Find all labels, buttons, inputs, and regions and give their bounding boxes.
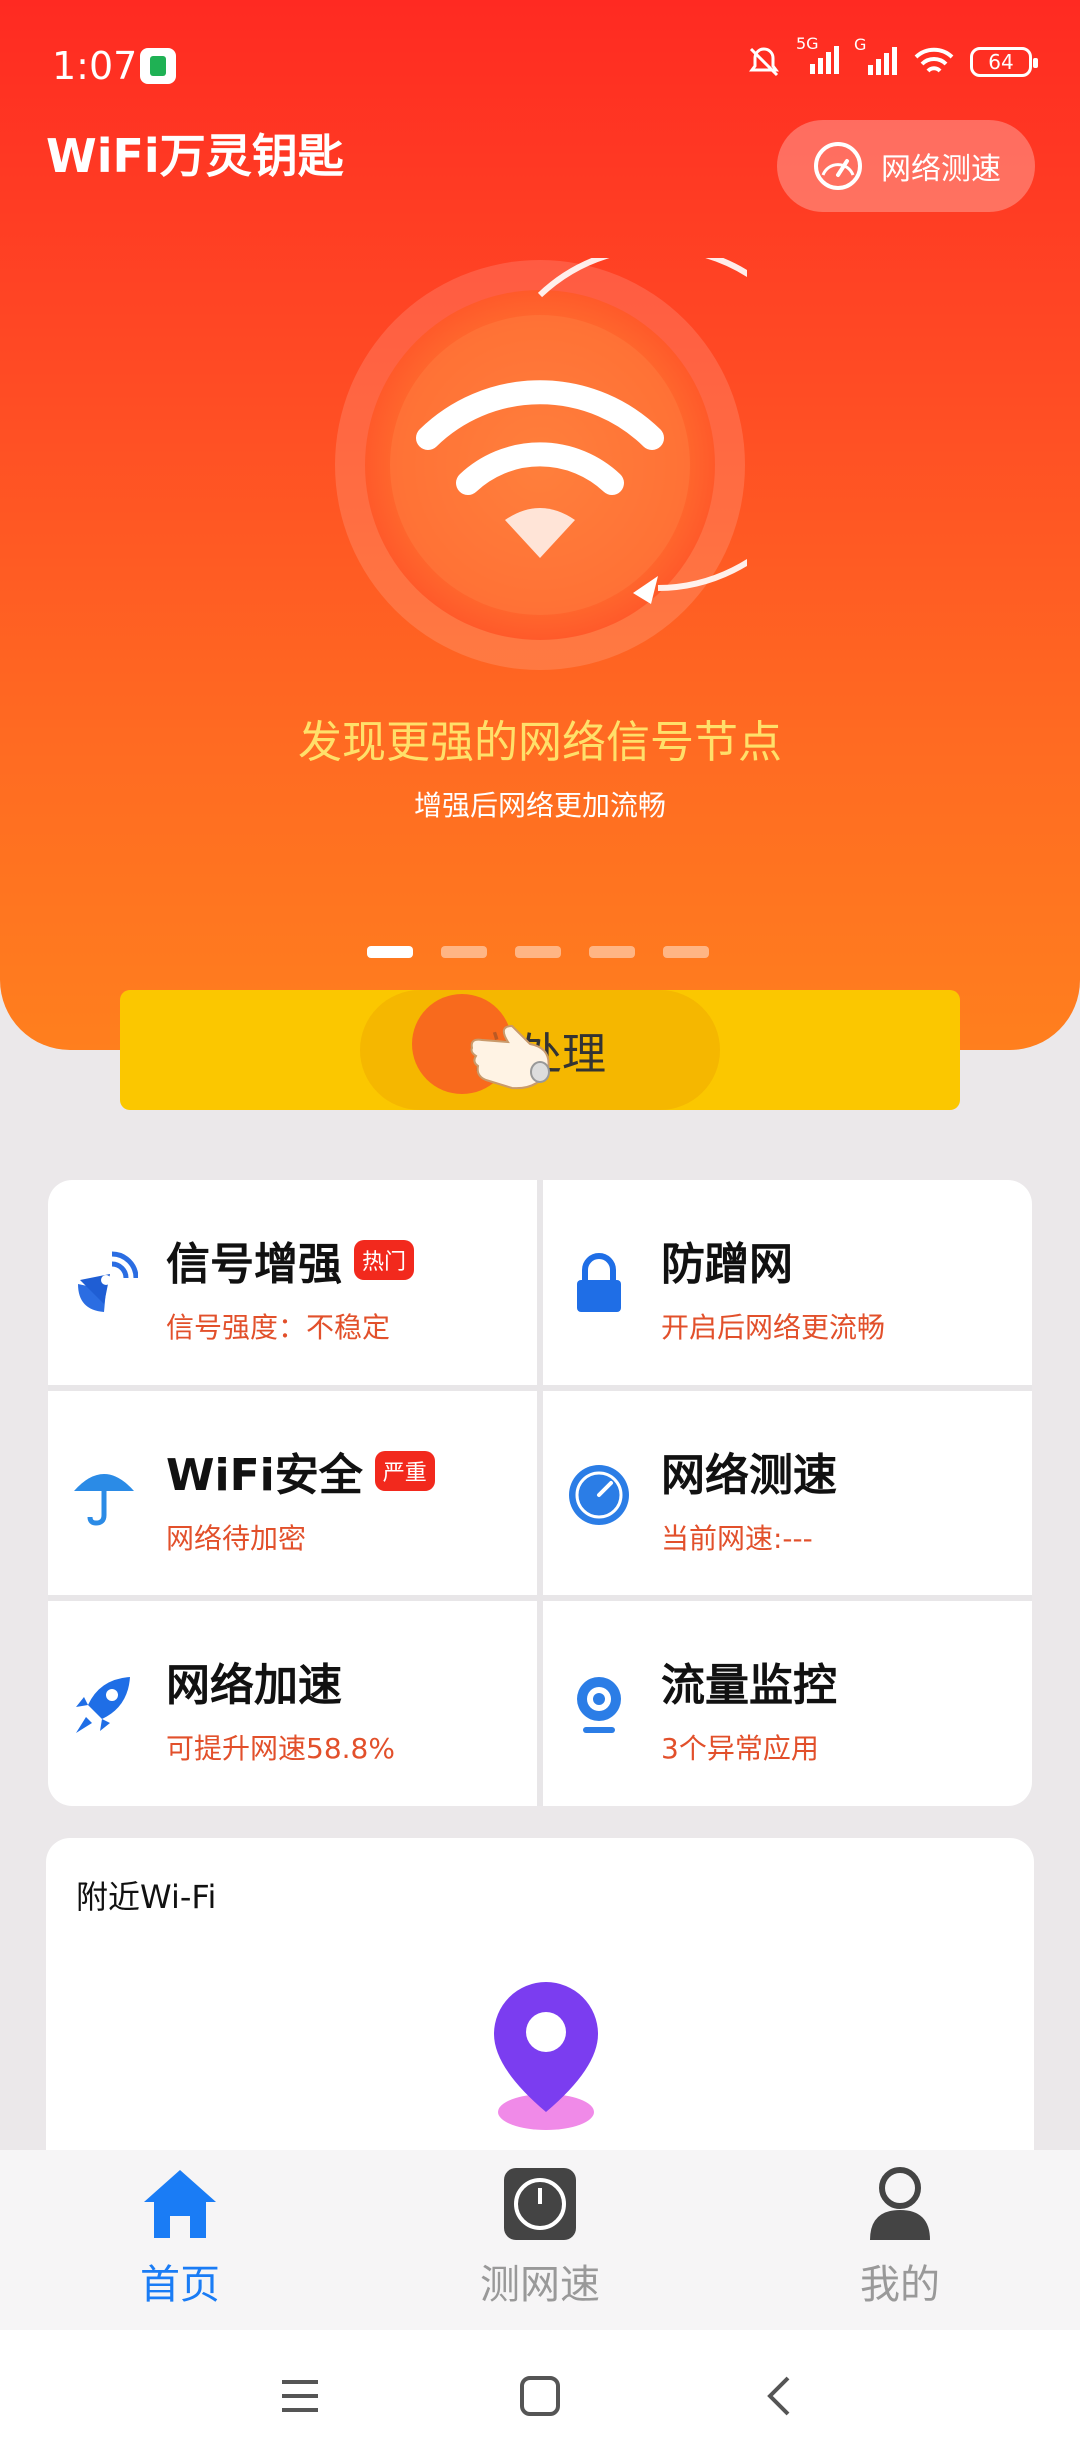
fix-now-button[interactable]: 立处理 [120,990,960,1110]
signal-5g-icon: 5G [796,34,840,81]
wifi-status-icon [914,47,954,73]
feature-subtitle: 网络待加密 [166,1521,307,1555]
status-bar: 1:07 5G G 64 [0,0,1080,130]
tab-home[interactable]: 首页 [80,2166,280,2310]
carousel-dot[interactable] [663,946,709,958]
speed-test-button[interactable]: 网络测速 [777,120,1035,212]
feature-subtitle: 开启后网络更流畅 [661,1311,886,1344]
feature-title: 网络加速 [166,1649,342,1713]
feature-subtitle: 可提升网速58.8% [166,1732,395,1766]
severe-badge: 严重 [374,1450,435,1491]
tab-home-label: 首页 [140,2262,220,2308]
umbrella-icon [74,1473,134,1526]
nearby-wifi-title: 附近Wi-Fi [76,1878,217,1916]
app-notification-icon [140,48,176,84]
home-square-icon[interactable] [518,2374,562,2418]
satellite-dish-icon [78,1251,138,1312]
status-time: 1:07 [52,44,138,88]
feature-title: WiFi安全 严重 [166,1439,435,1503]
feature-tile-accelerate[interactable]: 网络加速 可提升网速58.8% [48,1601,537,1806]
lock-icon [577,1253,621,1312]
feature-title: 防蹭网 [661,1228,793,1292]
app-title: WiFi万灵钥匙 [46,129,344,183]
rocket-icon [76,1677,130,1734]
user-icon [870,2167,930,2240]
menu-icon[interactable] [280,2376,320,2416]
feature-title-text: 网络测速 [661,1449,837,1501]
carousel-dot[interactable] [441,946,487,958]
feature-tile-traffic-monitor[interactable]: 流量监控 3个异常应用 [543,1601,1032,1806]
battery-icon: 64 [970,46,1038,77]
feature-subtitle: 3个异常应用 [661,1732,819,1766]
tab-profile[interactable]: 我的 [800,2166,1000,2310]
location-pin-icon [494,1982,598,2130]
feature-title-text: 网络加速 [166,1660,342,1712]
net-label-5g: 5G [796,34,819,53]
hero-banner: 1:07 5G G 64 WiFi万灵钥匙 网络测速 发现更强的网络信号节点 增… [0,0,1080,1050]
speed-test-label: 网络测速 [881,152,1001,187]
feature-tile-anti-leech[interactable]: 防蹭网 开启后网络更流畅 [543,1180,1032,1385]
status-icons: 5G G 64 [746,34,1038,81]
carousel-dots[interactable] [367,946,709,958]
back-icon[interactable] [760,2374,800,2418]
feature-title-text: 防蹭网 [661,1239,793,1290]
bottom-tab-bar: 首页 测网速 我的 [0,2150,1080,2330]
home-icon [144,2170,216,2238]
speed-test-icon [504,2168,576,2240]
carousel-dot[interactable] [367,946,413,958]
tab-profile-label: 我的 [860,2262,940,2308]
feature-title-text: WiFi安全 [166,1449,363,1501]
feature-tile-wifi-security[interactable]: WiFi安全 严重 网络待加密 [48,1390,537,1596]
feature-title: 信号增强 热门 [166,1228,415,1292]
net-label-g: G [854,34,867,54]
feature-title: 流量监控 [661,1649,837,1713]
feature-title-text: 信号增强 [166,1239,342,1290]
feature-tile-speed-test[interactable]: 网络测速 当前网速:--- [543,1390,1032,1596]
pointing-hand-icon [470,1024,550,1090]
carousel-dot[interactable] [589,946,635,958]
webcam-icon [577,1677,621,1734]
hero-headline: 发现更强的网络信号节点 [298,717,782,768]
feature-grid: 信号增强 热门 信号强度：不稳定 防蹭网 开启后网络更流畅 WiFi安全 严重 网络… [48,1180,1032,1806]
tab-speed-test[interactable]: 测网速 [440,2166,640,2310]
speedometer-icon [569,1464,629,1525]
wifi-circle-icon [335,245,831,670]
carousel-dot[interactable] [515,946,561,958]
signal-g-icon: G [854,35,898,81]
mute-bell-icon [749,46,779,76]
feature-title: 网络测速 [661,1439,837,1503]
system-nav-bar [0,2330,1080,2460]
feature-subtitle: 当前网速:--- [661,1521,813,1555]
feature-title-text: 流量监控 [661,1660,837,1712]
hot-badge: 热门 [354,1240,415,1280]
wifi-scan-graphic [333,245,831,672]
tab-speed-test-label: 测网速 [480,2262,600,2308]
feature-subtitle: 信号强度：不稳定 [166,1311,391,1344]
feature-tile-signal-boost[interactable]: 信号增强 热门 信号强度：不稳定 [48,1180,537,1385]
gauge-icon [814,142,862,190]
hero-subline: 增强后网络更加流畅 [413,789,666,822]
